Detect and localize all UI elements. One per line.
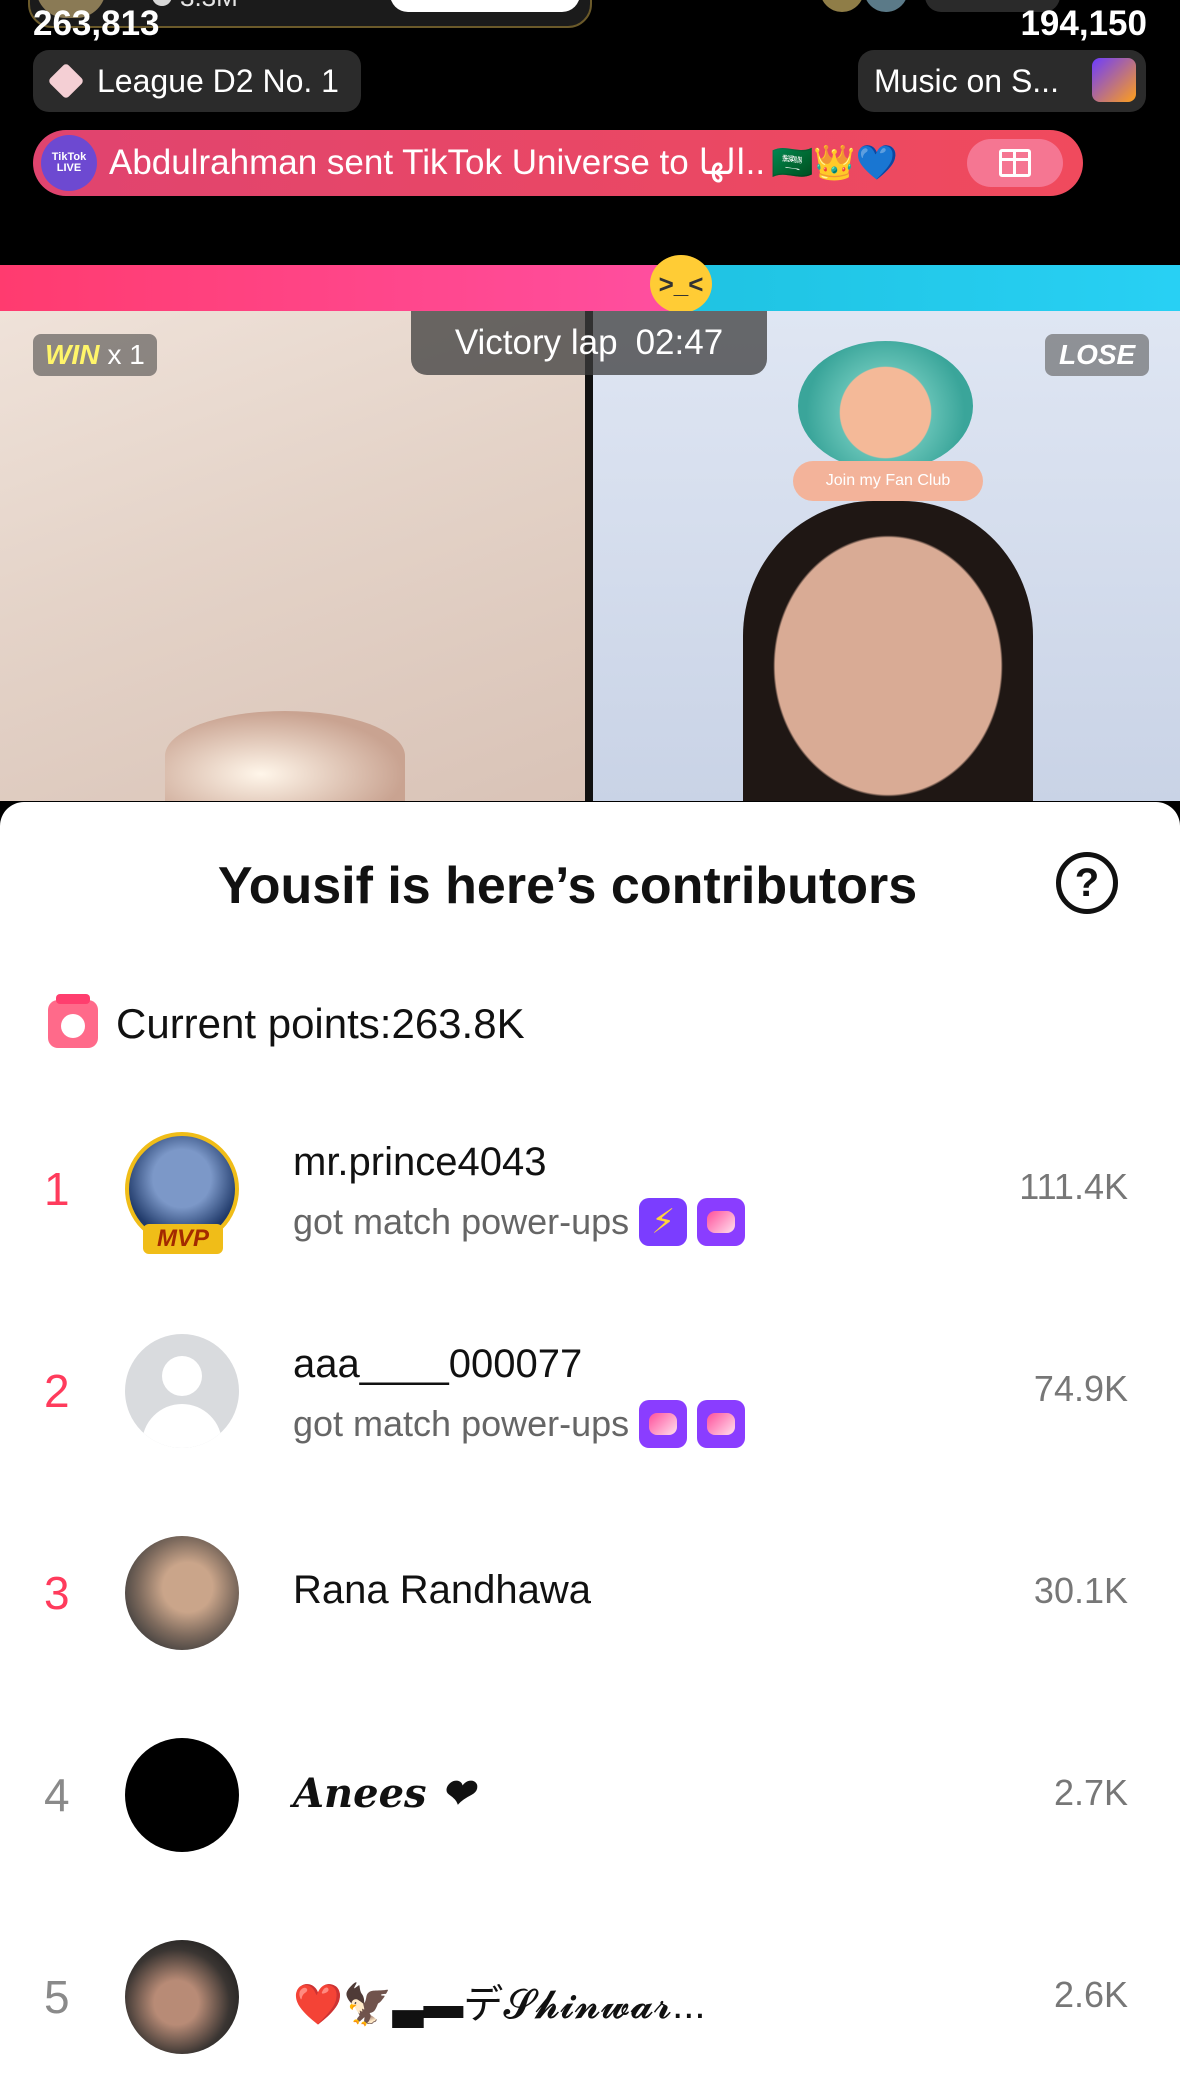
rank-number: 2 [44, 1365, 70, 1417]
banner-text: Abdulrahman sent TikTok Universe to الها… [109, 143, 766, 182]
contributor-name: aaa____000077 [293, 1342, 583, 1386]
contributor-name: 𝑨𝒏𝒆𝒆𝒔 ❤ [293, 1770, 474, 1817]
default-person-icon [162, 1356, 202, 1396]
contributor-value: 111.4K [1019, 1166, 1128, 1207]
victory-lap-timer: Victory lap 02:47 [411, 311, 767, 375]
rank-number: 5 [44, 1971, 70, 2023]
contributor-row[interactable]: 3 Rana Randhawa 30.1K [0, 1516, 1180, 1676]
lightning-powerup-icon: ⚡ [639, 1198, 688, 1246]
tiktok-live-logo-icon: TikTok LIVE [41, 135, 97, 191]
gift-banner[interactable]: TikTok LIVE Abdulrahman sent TikTok Univ… [33, 130, 1083, 196]
live-header: 3.3M League D2 No. 1 Music on S... TikTo… [0, 0, 1180, 265]
kissing-face-icon: >_< [650, 255, 712, 313]
avatar[interactable] [125, 1334, 239, 1448]
default-body-icon [142, 1404, 222, 1448]
rank-number: 4 [44, 1769, 70, 1821]
win-label: WIN [45, 339, 100, 370]
contributor-row[interactable]: 4 𝑨𝒏𝒆𝒆𝒔 ❤ 2.7K [0, 1718, 1180, 1878]
music-label: Music on S... [874, 62, 1059, 99]
subline-text: got match power-ups [293, 1201, 630, 1242]
contributor-value: 30.1K [1033, 1570, 1128, 1611]
sheet-title: Yousif is here’s contributors [217, 857, 918, 915]
video-hand [165, 711, 405, 801]
win-count: x 1 [107, 339, 145, 370]
left-stream-video[interactable] [0, 311, 585, 801]
follow-pill[interactable] [390, 0, 580, 12]
right-stream-video[interactable]: Join my Fan Club [593, 311, 1180, 801]
left-score: 263,813 [33, 4, 160, 43]
help-button[interactable]: ? [1056, 852, 1118, 914]
sparkle-icon [1092, 58, 1136, 102]
left-score-fill [0, 265, 680, 311]
diamond-icon [47, 62, 85, 100]
stream-divider [585, 311, 593, 801]
mascot-icon [798, 341, 973, 471]
contributor-row[interactable]: 1 MVP mr.prince4043 got match power-ups … [0, 1112, 1180, 1272]
league-badge[interactable]: League D2 No. 1 [33, 50, 361, 112]
league-label: League D2 No. 1 [97, 62, 339, 99]
contributor-value: 74.9K [1033, 1368, 1128, 1409]
gift-button[interactable] [967, 139, 1063, 187]
subline-text: got match power-ups [293, 1403, 630, 1444]
gift-icon [999, 149, 1031, 177]
rank-number: 1 [44, 1163, 70, 1215]
top-viewers[interactable] [820, 0, 920, 12]
contributor-name: ❤️🦅▃▬デ𝓢𝓱𝓲𝓷𝔀𝓪𝓻... [293, 1983, 706, 2027]
contributor-sub: got match power-ups [293, 1400, 746, 1448]
contributors-sheet: Yousif is here’s contributors ? Current … [0, 802, 1180, 2100]
music-chip[interactable]: Music on S... [858, 50, 1146, 112]
timer-value: 02:47 [635, 323, 724, 362]
avatar[interactable] [125, 1536, 239, 1650]
glove-powerup-icon [697, 1400, 746, 1448]
avatar[interactable] [125, 1940, 239, 2054]
contributor-sub: got match power-ups ⚡ [293, 1198, 746, 1246]
timer-label: Victory lap [454, 323, 618, 362]
glove-powerup-icon [639, 1400, 688, 1448]
right-score: 194,150 [1020, 4, 1147, 43]
battle-score-bar [0, 265, 1180, 311]
contributor-row[interactable]: 5 ❤️🦅▃▬デ𝓢𝓱𝓲𝓷𝔀𝓪𝓻... 2.6K [0, 1920, 1180, 2080]
banner-emojis: 🇸🇦👑💙 [771, 144, 899, 182]
gift-box-icon [48, 994, 98, 1048]
contributor-value: 2.7K [1053, 1772, 1128, 1813]
contributor-row[interactable]: 2 aaa____000077 got match power-ups 74.9… [0, 1314, 1180, 1474]
avatar[interactable] [125, 1738, 239, 1852]
current-points-label: Current points:263.8K [116, 1000, 525, 1047]
current-points: Current points:263.8K [48, 994, 525, 1048]
avatar[interactable] [820, 0, 864, 12]
contributor-name: Rana Randhawa [293, 1568, 591, 1612]
right-score-fill [679, 265, 1180, 311]
join-fan-club-button[interactable]: Join my Fan Club [793, 461, 983, 501]
avatar[interactable] [864, 0, 908, 12]
contributor-value: 2.6K [1053, 1974, 1128, 2015]
contributor-name: mr.prince4043 [293, 1140, 547, 1184]
lose-tag: LOSE [1045, 334, 1150, 376]
win-tag: WIN x 1 [33, 334, 157, 376]
glove-powerup-icon [697, 1198, 746, 1246]
rank-number: 3 [44, 1567, 70, 1619]
mvp-badge: MVP [143, 1224, 223, 1254]
viewer-count: 3.3M [180, 0, 238, 13]
streamer-face [743, 501, 1033, 801]
